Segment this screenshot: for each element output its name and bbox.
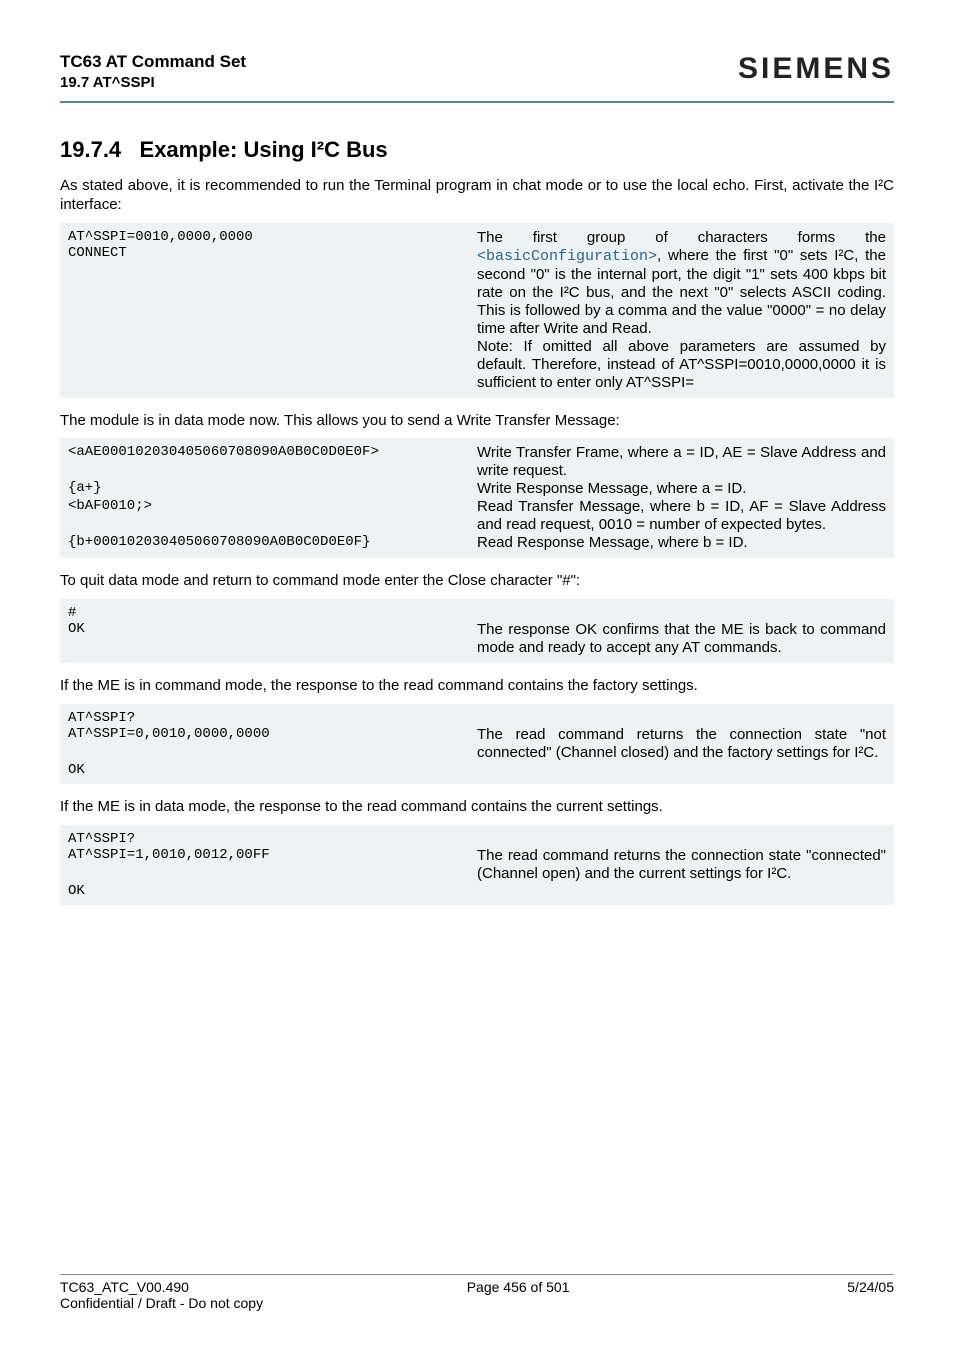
command-text: AT^SSPI=1,0010,0012,00FF xyxy=(68,847,477,863)
example-block-5: AT^SSPI? AT^SSPI=1,0010,0012,00FF The re… xyxy=(60,825,894,905)
paragraph-5: If the ME is in data mode, the response … xyxy=(60,798,894,817)
command-text: AT^SSPI=0010,0000,0000 CONNECT xyxy=(68,229,477,261)
doc-title: TC63 AT Command Set xyxy=(60,52,246,72)
brand-logo: SIEMENS xyxy=(738,52,894,86)
command-text: {a+} xyxy=(68,480,477,496)
intro-paragraph: As stated above, it is recommended to ru… xyxy=(60,177,894,215)
section-number: 19.7.4 xyxy=(60,137,121,162)
command-desc: The read command returns the connection … xyxy=(477,847,886,883)
paragraph-4: If the ME is in command mode, the respon… xyxy=(60,677,894,696)
desc-pre: The first group of characters forms the xyxy=(477,229,886,246)
command-desc: The read command returns the connection … xyxy=(477,726,886,762)
command-desc: Read Transfer Message, where b = ID, AF … xyxy=(477,498,886,534)
example-block-1: AT^SSPI=0010,0000,0000 CONNECT The first… xyxy=(60,223,894,398)
desc-post: , where the first "0" sets I²C, the seco… xyxy=(477,247,886,391)
command-desc: Write Response Message, where a = ID. xyxy=(477,480,886,498)
example-block-4: AT^SSPI? AT^SSPI=0,0010,0000,0000 The re… xyxy=(60,704,894,784)
doc-subtitle: 19.7 AT^SSPI xyxy=(60,74,246,91)
example-block-3: # OK The response OK confirms that the M… xyxy=(60,599,894,663)
command-text: OK xyxy=(68,883,477,899)
command-text: AT^SSPI? xyxy=(68,710,477,726)
command-text: <aAE000102030405060708090A0B0C0D0E0F> xyxy=(68,444,477,460)
command-desc: Write Transfer Frame, where a = ID, AE =… xyxy=(477,444,886,480)
page-footer: TC63_ATC_V00.490 Page 456 of 501 5/24/05… xyxy=(60,1274,894,1311)
command-text: <bAF0010;> xyxy=(68,498,477,514)
command-text: {b+000102030405060708090A0B0C0D0E0F} xyxy=(68,534,477,550)
basic-configuration-link[interactable]: <basicConfiguration> xyxy=(477,248,657,265)
command-text: # xyxy=(68,605,477,621)
command-text: OK xyxy=(68,762,477,778)
command-desc: The response OK confirms that the ME is … xyxy=(477,621,886,657)
section-title: Example: Using I²C Bus xyxy=(140,137,388,162)
footer-doc-version: TC63_ATC_V00.490 xyxy=(60,1279,189,1295)
command-text: AT^SSPI? xyxy=(68,831,477,847)
footer-date: 5/24/05 xyxy=(847,1279,894,1295)
paragraph-2: The module is in data mode now. This all… xyxy=(60,412,894,431)
command-text: AT^SSPI=0,0010,0000,0000 xyxy=(68,726,477,742)
page-header: TC63 AT Command Set 19.7 AT^SSPI SIEMENS xyxy=(60,52,894,103)
footer-page-number: Page 456 of 501 xyxy=(467,1279,570,1295)
command-desc: The first group of characters forms the … xyxy=(477,229,886,392)
footer-confidentiality: Confidential / Draft - Do not copy xyxy=(60,1295,263,1311)
section-heading: 19.7.4 Example: Using I²C Bus xyxy=(60,137,894,163)
command-desc: Read Response Message, where b = ID. xyxy=(477,534,886,552)
example-block-2: <aAE000102030405060708090A0B0C0D0E0F> Wr… xyxy=(60,438,894,558)
paragraph-3: To quit data mode and return to command … xyxy=(60,572,894,591)
command-text: OK xyxy=(68,621,477,637)
